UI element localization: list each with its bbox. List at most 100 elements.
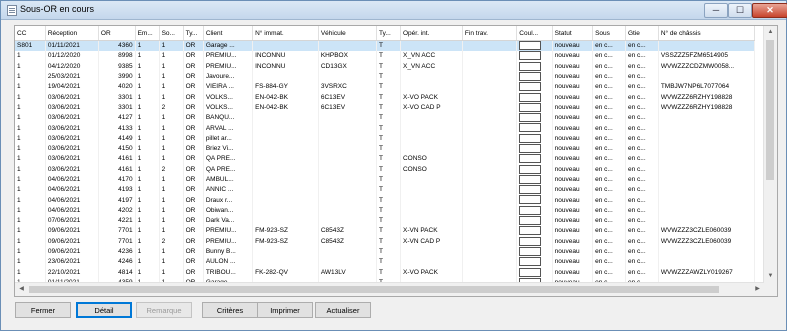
table-row[interactable]: 1 04/06/2021 4202 1 1 OR Obiwan... Tnouveau en c… bbox=[15, 205, 756, 217]
table-cell bbox=[516, 102, 553, 114]
color-swatch bbox=[519, 195, 542, 205]
table-cell: 1 bbox=[135, 51, 160, 62]
table-cell: 4161 bbox=[98, 154, 136, 165]
window-icon bbox=[7, 5, 17, 16]
table-cell: 1 bbox=[159, 267, 184, 278]
column-header[interactable]: Gtie bbox=[625, 26, 659, 41]
scroll-down-icon[interactable]: ▼ bbox=[764, 270, 777, 283]
table-cell bbox=[400, 40, 463, 52]
table-row[interactable]: 1 22/10/2021 4814 1 1 OR TRIBOU... FK-282-QV AW1… bbox=[15, 267, 756, 278]
criteres-button[interactable]: Critères bbox=[202, 302, 258, 318]
table-row[interactable]: 1 04/06/2021 4197 1 1 OR Draux r... Tnouveau en … bbox=[15, 195, 756, 206]
table-cell bbox=[318, 216, 377, 227]
table-row[interactable]: 1 03/06/2021 4161 1 1 OR QA PRE... T CONSO nouvea… bbox=[15, 154, 756, 165]
table-row[interactable]: 1 03/06/2021 4149 1 1 OR pillet ar... Tnouveau e… bbox=[15, 133, 756, 144]
table-cell: 4221 bbox=[98, 216, 136, 227]
table-cell: 4193 bbox=[98, 185, 136, 196]
column-header[interactable]: Ty... bbox=[376, 26, 401, 41]
table-row[interactable]: 1 03/06/2021 4161 1 2 OR QA PRE... T CONSO nouvea… bbox=[15, 164, 756, 175]
column-header[interactable]: Ty... bbox=[183, 26, 204, 41]
table-row[interactable]: 1 07/06/2021 4221 1 1 OR Dark Va... Tnouveau en … bbox=[15, 216, 756, 227]
scroll-right-icon[interactable]: ▶ bbox=[751, 283, 764, 296]
table-cell bbox=[400, 133, 463, 144]
table-row[interactable]: 1 03/06/2021 4150 1 1 OR Briez Vi... Tnouveau en… bbox=[15, 143, 756, 155]
title-bar[interactable]: Sous-OR en cours ─ ☐ ✕ bbox=[1, 1, 787, 20]
table-row[interactable]: 1 25/03/2021 3990 1 1 OR Javoure... Tnouveau en … bbox=[15, 71, 756, 83]
table-cell: X_VN ACC bbox=[400, 51, 463, 62]
detail-button[interactable]: Détail bbox=[76, 302, 132, 318]
column-header[interactable]: Véhicule bbox=[318, 26, 377, 41]
table-row[interactable]: S801 01/11/2021 4360 1 1 OR Garage ... Tnouveau… bbox=[15, 40, 756, 52]
table-row[interactable]: 1 04/06/2021 4193 1 1 OR ANNIC ... Tnouveau en c… bbox=[15, 185, 756, 196]
color-swatch bbox=[519, 236, 542, 246]
table-cell: 04/06/2021 bbox=[45, 195, 99, 206]
column-header[interactable]: Fin trav. bbox=[462, 26, 518, 41]
table-cell: WVWZZZ3CZLE060039 bbox=[658, 236, 756, 247]
table-cell: 4170 bbox=[98, 174, 136, 186]
table-cell: 1 bbox=[135, 205, 160, 217]
column-header[interactable]: OR bbox=[98, 26, 136, 41]
horizontal-scrollbar[interactable]: ◀ ▶ bbox=[15, 282, 764, 296]
column-header[interactable]: Client bbox=[203, 26, 254, 41]
column-header[interactable]: N° immat. bbox=[252, 26, 319, 41]
table-row[interactable]: 1 01/12/2020 8998 1 1 OR PREMIU... INCONNU KHPBO… bbox=[15, 51, 756, 62]
table-cell bbox=[516, 143, 553, 155]
column-header[interactable]: Sous bbox=[592, 26, 626, 41]
vertical-scroll-thumb[interactable] bbox=[766, 40, 774, 180]
table-cell: 01/12/2020 bbox=[45, 51, 99, 62]
vertical-scrollbar[interactable]: ▲ ▼ bbox=[763, 26, 777, 283]
table-cell: en c... bbox=[592, 174, 626, 186]
column-header[interactable]: Coul... bbox=[516, 26, 553, 41]
column-header[interactable]: Em... bbox=[135, 26, 160, 41]
table-cell bbox=[516, 205, 553, 217]
table-cell: 4360 bbox=[98, 40, 136, 52]
table-cell: 6C13EV bbox=[318, 102, 377, 114]
fermer-button[interactable]: Fermer bbox=[15, 302, 71, 318]
table-row[interactable]: 1 03/06/2021 4133 1 1 OR ARVAL ... Tnouveau en c… bbox=[15, 123, 756, 134]
table-cell: 4814 bbox=[98, 267, 136, 278]
or-grid[interactable]: CC Réception OR Em... So... Ty... Client N° imm… bbox=[14, 25, 778, 297]
table-cell: 1 bbox=[135, 154, 160, 165]
table-row[interactable]: 1 03/06/2021 3301 1 1 OR VOLKS... EN-042-BK 6C13… bbox=[15, 92, 756, 103]
table-row[interactable]: 1 09/06/2021 7701 1 1 OR PREMIU... FM-923-SZ C85… bbox=[15, 226, 756, 237]
table-row[interactable]: 1 04/12/2020 9385 1 1 OR PREMIU... INCONNU CD13G… bbox=[15, 61, 756, 72]
table-cell: PREMIU... bbox=[203, 51, 254, 62]
table-row[interactable]: 1 03/06/2021 4127 1 1 OR BANQU... Tnouveau en c.… bbox=[15, 113, 756, 124]
table-cell: OR bbox=[183, 40, 204, 52]
table-cell: 4161 bbox=[98, 164, 136, 175]
table-cell: nouveau bbox=[552, 164, 594, 175]
column-header[interactable]: CC bbox=[15, 26, 46, 41]
table-row[interactable]: 1 09/06/2021 4236 1 1 OR Bunny B... Tnouveau en … bbox=[15, 246, 756, 258]
minimize-button[interactable]: ─ bbox=[704, 3, 728, 18]
table-cell bbox=[462, 40, 518, 52]
table-cell: 6C13EV bbox=[318, 92, 377, 103]
column-header[interactable]: Statut bbox=[552, 26, 594, 41]
table-row[interactable]: 1 09/06/2021 7701 1 2 OR PREMIU... FM-923-SZ C85… bbox=[15, 236, 756, 247]
maximize-button[interactable]: ☐ bbox=[728, 3, 752, 18]
table-row[interactable]: 1 19/04/2021 4020 1 1 OR VIEIRA ... FS-884-GY 3V… bbox=[15, 82, 756, 93]
horizontal-scroll-thumb[interactable] bbox=[29, 286, 719, 293]
column-header[interactable]: Réception bbox=[45, 26, 99, 41]
imprimer-button[interactable]: Imprimer bbox=[257, 302, 313, 318]
table-row[interactable]: 1 03/06/2021 3301 1 2 OR VOLKS... EN-042-BK 6C13… bbox=[15, 102, 756, 114]
table-cell bbox=[516, 267, 553, 278]
column-header[interactable]: N° de châssis bbox=[658, 26, 756, 41]
table-cell bbox=[516, 195, 553, 206]
table-row[interactable]: 1 23/06/2021 4246 1 1 OR AULON ... Tnouveau en c… bbox=[15, 257, 756, 268]
column-header[interactable]: Opér. int. bbox=[400, 26, 463, 41]
table-cell: 09/06/2021 bbox=[45, 236, 99, 247]
table-row[interactable]: 1 04/06/2021 4170 1 1 OR AMBUL... Tnouveau en c.… bbox=[15, 174, 756, 186]
scroll-left-icon[interactable]: ◀ bbox=[15, 283, 28, 296]
table-cell: 4197 bbox=[98, 195, 136, 206]
scroll-up-icon[interactable]: ▲ bbox=[764, 26, 777, 39]
table-cell bbox=[318, 40, 377, 52]
table-cell: VIEIRA ... bbox=[203, 82, 254, 93]
actualiser-button[interactable]: Actualiser bbox=[315, 302, 371, 318]
table-cell: Javoure... bbox=[203, 71, 254, 83]
column-header[interactable]: So... bbox=[159, 26, 184, 41]
close-button[interactable]: ✕ bbox=[752, 3, 787, 18]
table-cell: 04/06/2021 bbox=[45, 174, 99, 186]
table-cell: X-VO PACK bbox=[400, 267, 463, 278]
table-cell: OR bbox=[183, 51, 204, 62]
table-cell: 09/06/2021 bbox=[45, 246, 99, 258]
